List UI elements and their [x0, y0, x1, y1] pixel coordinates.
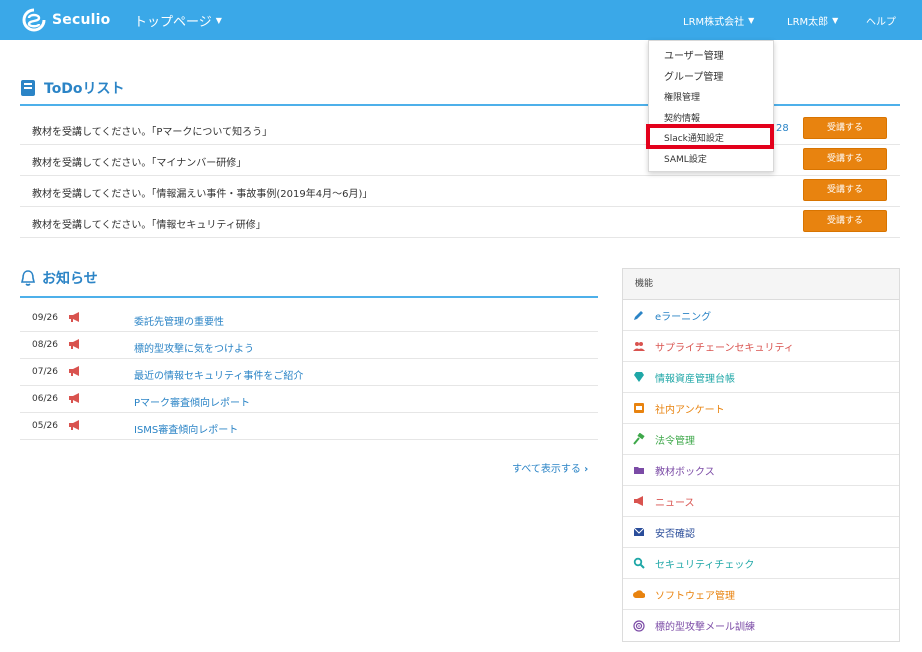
news-row: 06/26 Pマーク審査傾向レポート — [20, 386, 598, 413]
pencil-icon — [634, 311, 643, 320]
target-icon — [633, 619, 645, 632]
megaphone-icon — [69, 339, 79, 349]
megaphone-icon — [69, 366, 79, 376]
panel-item-label: 社内アンケート — [655, 404, 725, 416]
panel-item-label: 法令管理 — [655, 435, 695, 447]
news-row: 09/26 委託先管理の重要性 — [20, 305, 598, 332]
dropdown-item-saml-settings[interactable]: SAML設定 — [649, 150, 773, 171]
news-link[interactable]: 最近の情報セキュリティ事件をご紹介 — [134, 367, 303, 382]
cloud-icon — [633, 590, 645, 598]
news-date: 09/26 — [32, 313, 58, 323]
panel-item-label: セキュリティチェック — [655, 559, 755, 571]
news-row: 07/26 最近の情報セキュリティ事件をご紹介 — [20, 359, 598, 386]
megaphone-icon — [634, 496, 643, 506]
seculio-logo-icon — [22, 8, 46, 32]
panel-item-security-check[interactable]: セキュリティチェック — [623, 548, 899, 579]
company-dropdown-menu: ユーザー管理 グループ管理 権限管理 契約情報 Slack通知設定 SAML設定 — [648, 40, 774, 172]
survey-icon — [634, 403, 644, 413]
panel-item-supply-chain[interactable]: サプライチェーンセキュリティ — [623, 331, 899, 362]
attend-button[interactable]: 受講する — [803, 117, 887, 139]
search-icon — [633, 557, 645, 569]
panel-item-news[interactable]: ニュース — [623, 486, 899, 517]
panel-item-label: 情報資産管理台帳 — [655, 373, 735, 385]
news-link[interactable]: 委託先管理の重要性 — [134, 313, 224, 328]
nav-user-label: LRM太郎 — [787, 17, 829, 28]
nav-top-page-label: トップページ — [134, 15, 212, 30]
todo-text: 教材を受講してください。「Pマークについて知ろう」 — [32, 127, 273, 138]
nav-help-label: ヘルプ — [866, 17, 896, 28]
panel-item-label: サプライチェーンセキュリティ — [655, 342, 794, 354]
attend-button[interactable]: 受講する — [803, 210, 887, 232]
panel-item-label: ソフトウェア管理 — [655, 590, 735, 602]
attend-button[interactable]: 受講する — [803, 179, 887, 201]
bell-icon — [20, 270, 36, 286]
news-date: 05/26 — [32, 421, 58, 431]
caret-down-icon: ▼ — [215, 16, 222, 25]
dropdown-item-user-management[interactable]: ユーザー管理 — [649, 47, 773, 68]
gavel-icon — [633, 433, 645, 445]
diamond-icon — [634, 372, 644, 382]
todo-date: 28 — [776, 123, 789, 134]
panel-item-label: 安否確認 — [655, 528, 695, 540]
news-link[interactable]: Pマーク審査傾向レポート — [134, 394, 250, 409]
todo-text: 教材を受講してください。「マイナンバー研修」 — [32, 158, 247, 169]
users-icon — [633, 342, 645, 351]
navbar: Seculio トップページ ▼ LRM株式会社 ▼ LRM太郎 ▼ ヘルプ — [0, 0, 922, 40]
panel-item-label: eラーニング — [655, 311, 712, 323]
todo-row: 教材を受講してください。「情報漏えい事件・事故事例(2019年4月～6月)」 受… — [20, 176, 900, 207]
envelope-icon — [633, 527, 645, 536]
megaphone-icon — [69, 420, 79, 430]
news-row: 05/26 ISMS審査傾向レポート — [20, 413, 598, 440]
dropdown-item-permission-management[interactable]: 権限管理 — [649, 88, 773, 109]
news-date: 08/26 — [32, 340, 58, 350]
panel-item-phishing-training[interactable]: 標的型攻撃メール訓練 — [623, 610, 899, 641]
panel-title: 機能 — [623, 269, 899, 300]
news-link[interactable]: ISMS審査傾向レポート — [134, 421, 238, 436]
panel-item-label: 標的型攻撃メール訓練 — [655, 622, 755, 633]
attend-button[interactable]: 受講する — [803, 148, 887, 170]
news-row: 08/26 標的型攻撃に気をつけよう — [20, 332, 598, 359]
folder-icon — [634, 467, 644, 474]
nav-company-menu[interactable]: LRM株式会社 ▼ — [683, 13, 754, 28]
brand-name: Seculio — [52, 12, 111, 28]
nav-top-page-menu[interactable]: トップページ ▼ — [134, 11, 222, 30]
dropdown-item-group-management[interactable]: グループ管理 — [649, 68, 773, 89]
panel-item-law-management[interactable]: 法令管理 — [623, 424, 899, 455]
panel-item-software[interactable]: ソフトウェア管理 — [623, 579, 899, 610]
todo-section-title: ToDoリスト — [20, 78, 125, 98]
panel-item-safety-check[interactable]: 安否確認 — [623, 517, 899, 548]
chevron-right-icon: › — [584, 464, 589, 475]
notebook-icon — [21, 80, 35, 96]
brand[interactable]: Seculio — [20, 8, 110, 32]
panel-item-material-box[interactable]: 教材ボックス — [623, 455, 899, 486]
show-all-link[interactable]: すべて表示する › — [512, 460, 588, 475]
todo-row: 教材を受講してください。「情報セキュリティ研修」 受講する — [20, 207, 900, 238]
todo-title-text: ToDoリスト — [44, 81, 125, 97]
panel-item-survey[interactable]: 社内アンケート — [623, 393, 899, 424]
todo-text: 教材を受講してください。「情報セキュリティ研修」 — [32, 220, 266, 231]
panel-item-asset-ledger[interactable]: 情報資産管理台帳 — [623, 362, 899, 393]
function-panel: 機能 eラーニング サプライチェーンセキュリティ 情報資産管理台帳 社内アンケー… — [622, 268, 900, 642]
news-divider — [20, 296, 598, 298]
news-date: 07/26 — [32, 367, 58, 377]
caret-down-icon: ▼ — [748, 16, 755, 25]
nav-company-label: LRM株式会社 — [683, 17, 745, 28]
news-link[interactable]: 標的型攻撃に気をつけよう — [134, 340, 254, 355]
panel-item-elearning[interactable]: eラーニング — [623, 300, 899, 331]
nav-user-menu[interactable]: LRM太郎 ▼ — [787, 13, 838, 28]
highlight-box — [646, 124, 774, 149]
panel-item-label: 教材ボックス — [655, 466, 715, 478]
megaphone-icon — [69, 312, 79, 322]
megaphone-icon — [69, 393, 79, 403]
nav-help-link[interactable]: ヘルプ — [866, 13, 896, 28]
news-date: 06/26 — [32, 394, 58, 404]
panel-item-label: ニュース — [655, 497, 695, 509]
show-all-label: すべて表示する — [512, 464, 581, 475]
caret-down-icon: ▼ — [832, 16, 839, 25]
todo-text: 教材を受講してください。「情報漏えい事件・事故事例(2019年4月～6月)」 — [32, 189, 373, 200]
news-title-text: お知らせ — [42, 271, 98, 287]
news-section-title: お知らせ — [20, 268, 98, 288]
